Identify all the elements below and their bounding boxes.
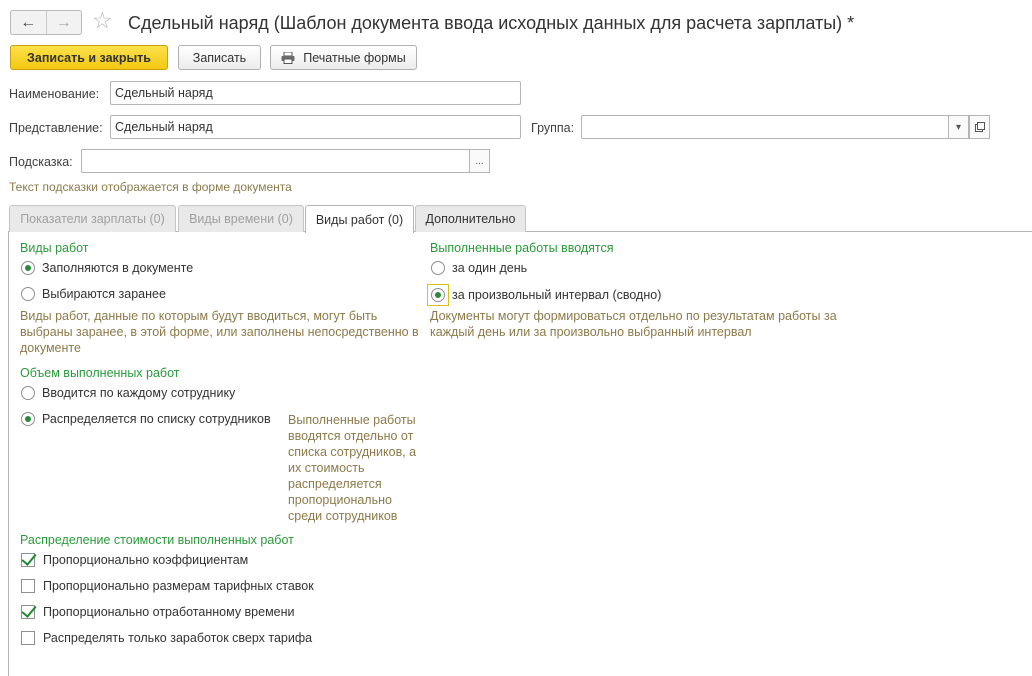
radio-button[interactable] [21, 412, 35, 426]
focus-frame [427, 284, 449, 306]
entry-one-day-option[interactable]: за один день [431, 261, 527, 275]
page-title: Сдельный наряд (Шаблон документа ввода и… [128, 13, 855, 33]
save-button[interactable]: Записать [178, 45, 261, 70]
option-label: за произвольный интервал (сводно) [452, 288, 662, 302]
completed-entry-title: Выполненные работы вводятся [430, 241, 614, 255]
volume-description: Выполненные работы вводятся отдельно от … [288, 413, 417, 523]
radio-button[interactable] [431, 288, 445, 302]
work-types-filled-option[interactable]: Заполняются в документе [21, 261, 193, 275]
distribution-item[interactable]: Пропорционально отработанному времени [21, 605, 295, 619]
distribution-title: Распределение стоимости выполненных рабо… [20, 533, 294, 547]
checkbox[interactable] [21, 631, 35, 645]
option-label: Вводится по каждому сотруднику [42, 386, 236, 400]
presentation-field[interactable]: Сдельный наряд [110, 115, 521, 139]
checkbox-label: Пропорционально отработанному времени [43, 605, 295, 619]
print-forms-button[interactable]: Печатные формы [270, 45, 417, 70]
content-left-border [8, 231, 9, 676]
work-types-description: Виды работ, данные по которым будут ввод… [20, 309, 419, 355]
group-field[interactable] [581, 115, 949, 139]
hint-field[interactable] [81, 149, 470, 173]
hint-note: Текст подсказки отображается в форме док… [9, 180, 292, 194]
entry-interval-option[interactable]: за произвольный интервал (сводно) [427, 284, 662, 306]
tab-work-types[interactable]: Виды работ (0) [305, 205, 414, 233]
save-and-close-button[interactable]: Записать и закрыть [10, 45, 168, 70]
tab-additional[interactable]: Дополнительно [415, 205, 526, 232]
name-field[interactable]: Сдельный наряд [110, 81, 521, 105]
print-forms-label: Печатные формы [303, 50, 406, 65]
presentation-label: Представление: [9, 121, 103, 135]
checkbox[interactable] [21, 605, 35, 619]
option-label: Заполняются в документе [42, 261, 194, 275]
tab-salary-indicators[interactable]: Показатели зарплаты (0) [9, 205, 176, 232]
work-types-preselected-option[interactable]: Выбираются заранее [21, 287, 166, 301]
hint-label: Подсказка: [9, 155, 73, 169]
navigation-buttons: ← → [10, 10, 82, 35]
radio-button[interactable] [21, 287, 35, 301]
volume-distributed-option[interactable]: Распределяется по списку сотрудников [21, 412, 271, 426]
distribution-item[interactable]: Пропорционально коэффициентам [21, 553, 248, 567]
checkbox[interactable] [21, 579, 35, 593]
checkbox-label: Распределять только заработок сверх тари… [43, 631, 313, 645]
forward-arrow-icon[interactable]: → [45, 11, 82, 34]
name-label: Наименование: [9, 87, 100, 101]
dropdown-arrow-icon[interactable]: ▾ [948, 115, 969, 139]
radio-button[interactable] [21, 261, 35, 275]
radio-button[interactable] [431, 261, 445, 275]
tab-time-types[interactable]: Виды времени (0) [178, 205, 304, 232]
work-types-title: Виды работ [20, 241, 89, 255]
completed-entry-description: Документы могут формироваться отдельно п… [430, 309, 837, 339]
distribution-item[interactable]: Распределять только заработок сверх тари… [21, 631, 312, 645]
option-label: Распределяется по списку сотрудников [42, 412, 271, 426]
checkbox[interactable] [21, 553, 35, 567]
volume-each-option[interactable]: Вводится по каждому сотруднику [21, 386, 235, 400]
distribution-item[interactable]: Пропорционально размерам тарифных ставок [21, 579, 314, 593]
checkbox-label: Пропорционально размерам тарифных ставок [43, 579, 314, 593]
group-label: Группа: [531, 121, 575, 135]
option-label: за один день [452, 261, 528, 275]
back-arrow-icon[interactable]: ← [11, 11, 46, 34]
printer-icon [281, 51, 295, 64]
volume-title: Объем выполненных работ [20, 366, 180, 380]
open-icon[interactable] [969, 115, 990, 139]
checkbox-label: Пропорционально коэффициентам [43, 553, 249, 567]
radio-button[interactable] [21, 386, 35, 400]
option-label: Выбираются заранее [42, 287, 166, 301]
favorite-star-icon[interactable]: ☆ [92, 9, 113, 32]
hint-select-button[interactable]: ... [469, 149, 490, 173]
